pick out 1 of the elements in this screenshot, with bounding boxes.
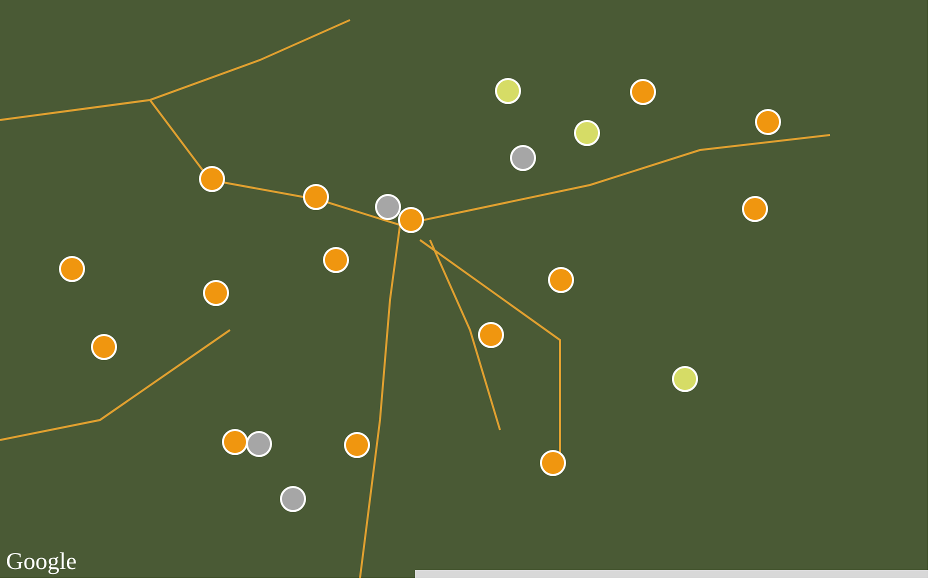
map-logo: Google xyxy=(6,550,77,574)
